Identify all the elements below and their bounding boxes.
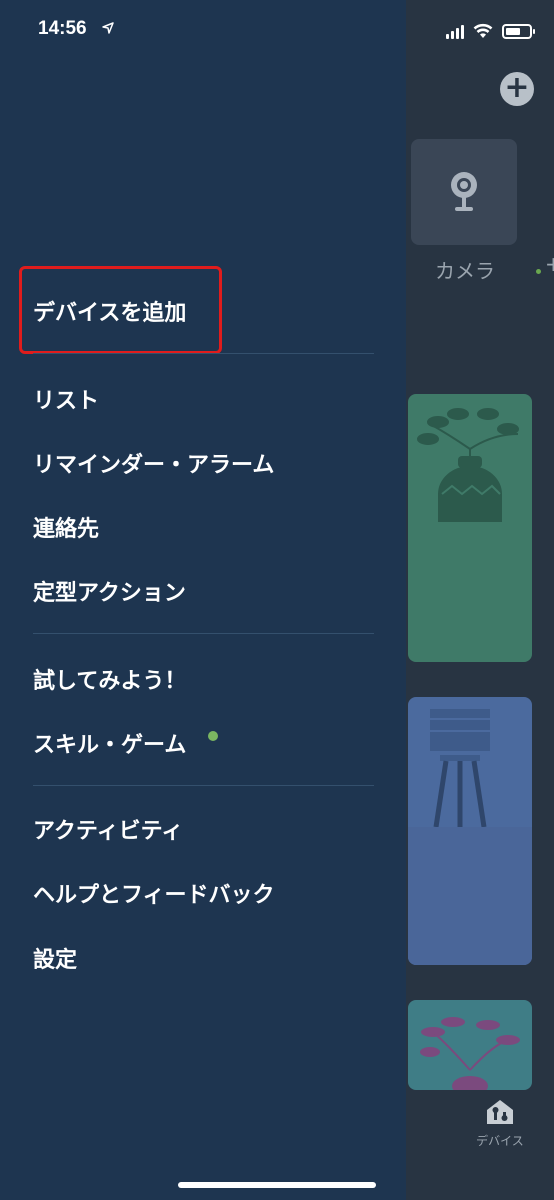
- status-time: 14:56: [38, 18, 87, 39]
- plus-icon: +: [504, 70, 530, 105]
- menu-settings[interactable]: 設定: [33, 942, 77, 974]
- plant-illustration: [417, 408, 519, 522]
- menu-routines[interactable]: 定型アクション: [33, 575, 186, 607]
- plant2-illustration-card[interactable]: [408, 1000, 532, 1090]
- home-indicator[interactable]: [178, 1182, 376, 1188]
- add-plus-button[interactable]: +: [500, 72, 534, 106]
- menu-skills-games[interactable]: スキル・ゲーム: [33, 727, 186, 759]
- divider-1: [33, 353, 374, 354]
- menu-activity[interactable]: アクティビティ: [33, 813, 183, 845]
- divider-3: [33, 785, 374, 786]
- camera-device-card[interactable]: [411, 139, 517, 245]
- menu-things-to-try[interactable]: 試してみよう！: [33, 663, 186, 695]
- plant2-illustration: [420, 1017, 520, 1090]
- signal-icon: [446, 23, 464, 39]
- menu-reminders-alarms[interactable]: リマインダー・アラーム: [33, 447, 274, 479]
- tab-devices[interactable]: デバイス: [470, 1098, 530, 1149]
- camera-label: カメラ: [435, 259, 495, 283]
- devices-icon: [487, 1100, 513, 1124]
- divider-2: [33, 633, 374, 634]
- status-bar-right: [446, 22, 535, 40]
- lamp-illustration: [408, 709, 532, 965]
- location-arrow-icon: [102, 22, 114, 34]
- plus-small-label: +: [545, 252, 554, 276]
- plant-illustration-card[interactable]: [408, 394, 532, 662]
- navigation-drawer: 14:56 デバイスを追加 リスト リマインダー・アラーム 連絡先 定型アクショ…: [0, 0, 406, 1200]
- highlight-box: [19, 266, 222, 354]
- battery-icon: [502, 23, 535, 39]
- menu-contacts[interactable]: 連絡先: [33, 511, 99, 543]
- wifi-icon: [473, 23, 493, 38]
- lamp-illustration-card[interactable]: [408, 697, 532, 965]
- menu-help-feedback[interactable]: ヘルプとフィードバック: [33, 877, 275, 909]
- camera-icon: [451, 172, 477, 211]
- new-indicator-dot: [208, 731, 218, 741]
- camera-status-dot: [536, 269, 541, 274]
- tab-devices-label: デバイス: [476, 1134, 524, 1148]
- menu-list[interactable]: リスト: [33, 383, 99, 415]
